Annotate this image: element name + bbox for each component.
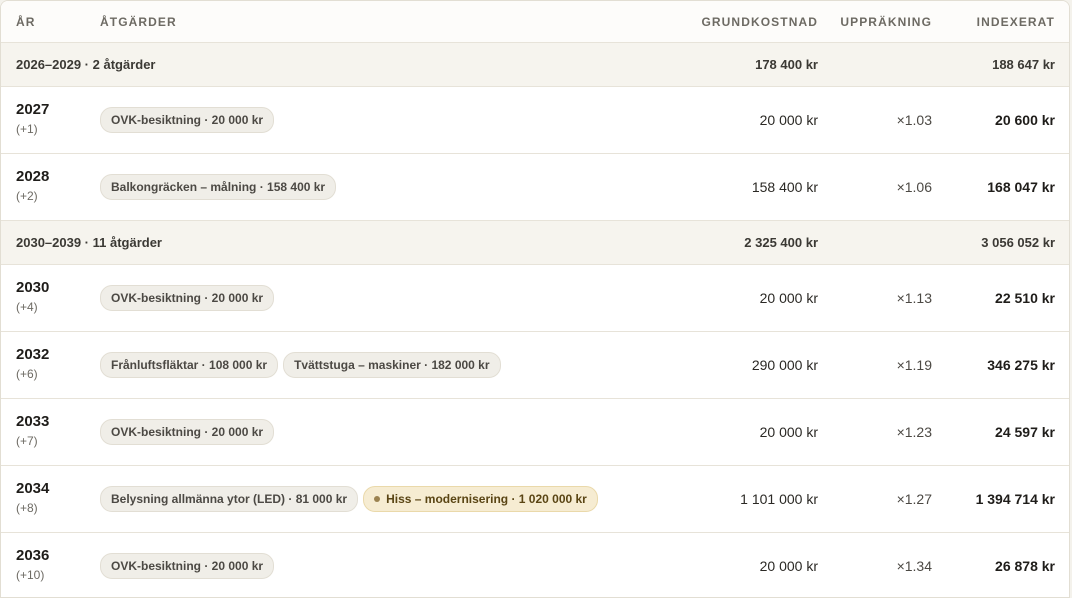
year-cell: 2028 (+2) [16,168,49,203]
year-cell: 2033 (+7) [16,413,49,448]
table-row[interactable]: 2034 (+8) Belysning allmänna ytor (LED) … [1,466,1069,533]
year-offset: (+7) [16,434,38,448]
column-header-indexed[interactable]: INDEXERAT [977,15,1055,29]
actions-cell: Frånluftsfläktar · 108 000 kr Tvättstuga… [100,352,501,378]
group-label: 2026–2029 · 2 åtgärder [16,57,156,72]
column-header-actions[interactable]: ÅTGÄRDER [100,15,177,29]
year-offset: (+6) [16,367,38,381]
highlight-dot-icon [374,495,381,502]
action-chip[interactable]: OVK-besiktning · 20 000 kr [100,553,275,579]
indexed-cell: 22 510 kr [995,290,1055,306]
column-header-base-cost[interactable]: GRUNDKOSTNAD [701,15,818,29]
indexed-cell: 1 394 714 kr [975,491,1055,507]
group-base-total: 178 400 kr [755,57,818,72]
base-cost-cell: 158 400 kr [751,179,818,195]
base-cost-cell: 20 000 kr [759,558,818,574]
table-row[interactable]: 2028 (+2) Balkongräcken – målning · 158 … [1,154,1069,221]
indexed-cell: 26 878 kr [995,558,1055,574]
actions-cell: OVK-besiktning · 20 000 kr [100,419,275,445]
actions-cell: Balkongräcken – målning · 158 400 kr [100,174,337,200]
action-chip[interactable]: Balkongräcken – målning · 158 400 kr [100,174,337,200]
actions-cell: OVK-besiktning · 20 000 kr [100,107,275,133]
year-offset: (+2) [16,189,38,203]
year-cell: 2030 (+4) [16,279,49,314]
factor-cell: ×1.23 [896,424,932,440]
factor-cell: ×1.27 [896,491,932,507]
year-number: 2033 [16,413,50,430]
actions-cell: OVK-besiktning · 20 000 kr [100,285,275,311]
table-row[interactable]: 2027 (+1) OVK-besiktning · 20 000 kr 20 … [1,87,1069,154]
year-offset: (+10) [16,568,45,582]
factor-cell: ×1.13 [896,290,932,306]
year-offset: (+8) [16,501,38,515]
year-offset: (+4) [16,300,38,314]
factor-cell: ×1.03 [896,112,932,128]
group-row[interactable]: 2026–2029 · 2 åtgärder 178 400 kr 188 64… [1,43,1069,87]
group-indexed-total: 188 647 kr [992,57,1055,72]
base-cost-cell: 20 000 kr [759,424,818,440]
year-number: 2030 [16,279,50,296]
table-row[interactable]: 2032 (+6) Frånluftsfläktar · 108 000 kr … [1,332,1069,399]
maintenance-plan-table: ÅR ÅTGÄRDER GRUNDKOSTNAD UPPRÄKNING INDE… [0,0,1070,598]
factor-cell: ×1.34 [896,558,932,574]
action-chip[interactable]: OVK-besiktning · 20 000 kr [100,285,275,311]
group-label: 2030–2039 · 11 åtgärder [16,235,162,250]
year-cell: 2027 (+1) [16,101,49,136]
action-chip-highlighted[interactable]: Hiss – modernisering · 1 020 000 kr [363,486,598,512]
table-row[interactable]: 2036 (+10) OVK-besiktning · 20 000 kr 20… [1,533,1069,597]
action-chip[interactable]: OVK-besiktning · 20 000 kr [100,419,275,445]
year-offset: (+1) [16,122,38,136]
table-row[interactable]: 2030 (+4) OVK-besiktning · 20 000 kr 20 … [1,265,1069,332]
actions-cell: OVK-besiktning · 20 000 kr [100,553,275,579]
base-cost-cell: 20 000 kr [759,112,818,128]
table-header: ÅR ÅTGÄRDER GRUNDKOSTNAD UPPRÄKNING INDE… [1,1,1069,43]
year-number: 2028 [16,168,50,185]
column-header-factor[interactable]: UPPRÄKNING [840,15,932,29]
indexed-cell: 24 597 kr [995,424,1055,440]
year-number: 2032 [16,346,50,363]
factor-cell: ×1.06 [896,179,932,195]
indexed-cell: 346 275 kr [987,357,1055,373]
action-chip-label: Hiss – modernisering · 1 020 000 kr [386,492,587,506]
action-chip[interactable]: Tvättstuga – maskiner · 182 000 kr [283,352,501,378]
indexed-cell: 20 600 kr [995,112,1055,128]
year-cell: 2034 (+8) [16,480,49,515]
group-row[interactable]: 2030–2039 · 11 åtgärder 2 325 400 kr 3 0… [1,221,1069,265]
group-indexed-total: 3 056 052 kr [981,235,1055,250]
year-number: 2034 [16,480,50,497]
action-chip[interactable]: OVK-besiktning · 20 000 kr [100,107,275,133]
column-header-year[interactable]: ÅR [16,15,36,29]
year-cell: 2036 (+10) [16,547,49,582]
group-base-total: 2 325 400 kr [744,235,818,250]
year-cell: 2032 (+6) [16,346,49,381]
year-number: 2027 [16,101,50,118]
actions-cell: Belysning allmänna ytor (LED) · 81 000 k… [100,486,598,512]
base-cost-cell: 1 101 000 kr [740,491,818,507]
factor-cell: ×1.19 [896,357,932,373]
table-row[interactable]: 2033 (+7) OVK-besiktning · 20 000 kr 20 … [1,399,1069,466]
base-cost-cell: 290 000 kr [751,357,818,373]
action-chip[interactable]: Frånluftsfläktar · 108 000 kr [100,352,279,378]
indexed-cell: 168 047 kr [987,179,1055,195]
year-number: 2036 [16,547,50,564]
base-cost-cell: 20 000 kr [759,290,818,306]
action-chip[interactable]: Belysning allmänna ytor (LED) · 81 000 k… [100,486,359,512]
